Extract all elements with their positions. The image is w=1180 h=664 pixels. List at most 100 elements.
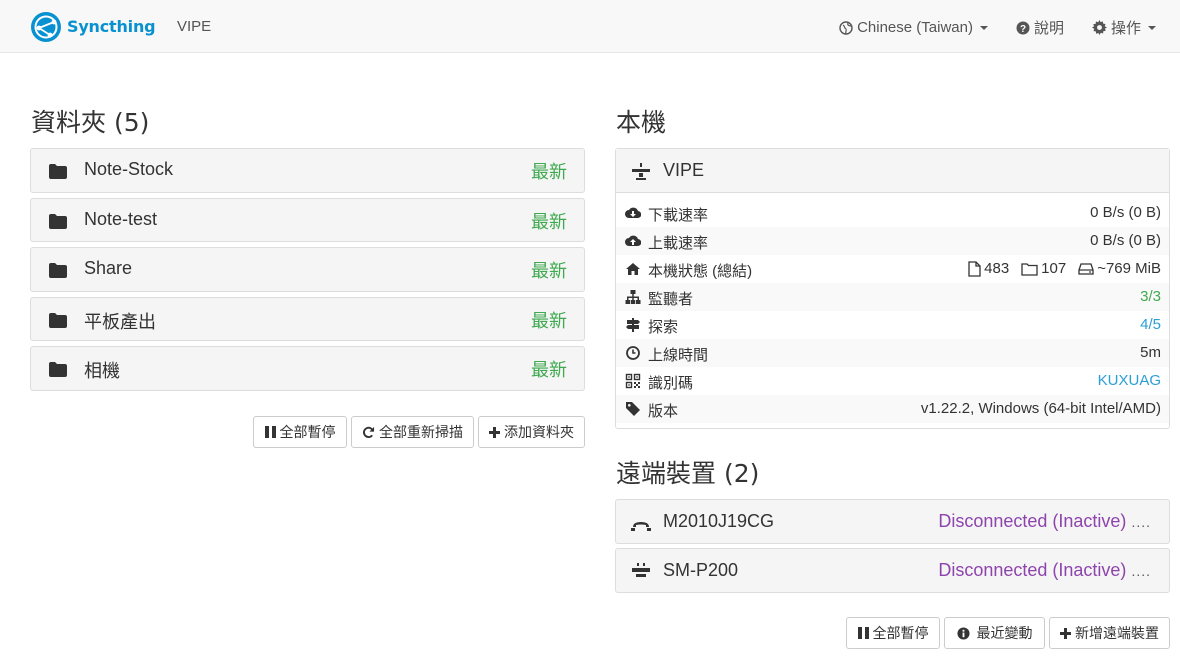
folder-icon <box>49 164 67 179</box>
info-circle-icon <box>956 626 970 640</box>
plus-icon <box>1060 627 1071 639</box>
brand[interactable]: Syncthing <box>30 10 156 43</box>
remote-device-status-text: Disconnected (Inactive) <box>938 511 1127 531</box>
actions-dropdown[interactable]: 操作 <box>1091 17 1156 38</box>
uptime-row: 上線時間 5m <box>616 339 1169 367</box>
sitemap-icon <box>625 290 641 304</box>
discovery-row: 探索 4/5 <box>616 311 1169 339</box>
folder-status: 最新 <box>531 212 567 232</box>
add-folder-button[interactable]: 添加資料夾 <box>478 416 585 448</box>
upload-rate-row: 上載速率 0 B/s (0 B) <box>616 227 1169 255</box>
local-state-value: 483 107 ~769 MiB <box>956 260 1161 277</box>
folder-panel[interactable]: Note-test 最新 <box>30 198 585 242</box>
hdd-icon <box>1078 262 1094 275</box>
this-device-heading: 本機 <box>616 108 667 137</box>
folder-name: 平板產出 <box>84 312 156 332</box>
syncthing-logo-icon <box>31 11 61 42</box>
language-dropdown[interactable]: Chinese (Taiwan) <box>839 19 988 36</box>
remote-device-status: Disconnected (Inactive) .... <box>938 560 1151 581</box>
remote-devices-heading: 遠端裝置 (2) <box>616 459 760 488</box>
svg-text:?: ? <box>1020 24 1026 35</box>
folder-status: 最新 <box>531 261 567 281</box>
download-rate-label: 下載速率 <box>648 207 709 224</box>
actions-label: 操作 <box>1110 20 1141 37</box>
listeners-label: 監聽者 <box>648 291 694 308</box>
device-id-value[interactable]: KUXUAG <box>1098 372 1161 389</box>
directories-count-value: 107 <box>1041 260 1067 277</box>
this-device-panel: VIPE 下載速率 0 B/s (0 B) 上載速率 0 B/s (0 B) 本… <box>615 148 1170 429</box>
desktop-icon <box>632 163 650 180</box>
folder-icon <box>49 362 67 377</box>
recent-changes-button[interactable]: 最近變動 <box>944 617 1045 649</box>
folder-status: 最新 <box>531 162 567 182</box>
gear-icon <box>1091 20 1107 35</box>
size-total: ~769 MiB <box>1078 260 1161 277</box>
recent-changes-label: 最近變動 <box>976 625 1033 641</box>
folder-name: Note-test <box>84 209 158 229</box>
file-icon <box>968 260 981 277</box>
pause-all-devices-label: 全部暫停 <box>872 625 929 641</box>
clock-icon <box>626 346 640 360</box>
this-device-name: VIPE <box>663 160 705 180</box>
globe-icon <box>839 20 853 35</box>
upload-rate-value: 0 B/s (0 B) <box>1090 232 1161 249</box>
plus-icon <box>489 426 500 438</box>
files-count: 483 <box>968 260 1009 277</box>
discovery-label: 探索 <box>648 319 679 336</box>
files-count-value: 483 <box>984 260 1010 277</box>
help-label: 說明 <box>1033 20 1064 37</box>
uptime-value: 5m <box>1140 344 1161 361</box>
folder-panel[interactable]: Share 最新 <box>30 247 585 292</box>
chevron-down-icon <box>1148 25 1156 30</box>
home-icon <box>626 263 640 275</box>
folders-heading: 資料夾 (5) <box>31 108 150 137</box>
add-remote-device-button[interactable]: 新增遠端裝置 <box>1049 617 1170 649</box>
folder-panel[interactable]: 平板產出 最新 <box>30 297 585 341</box>
remote-device-status-text: Disconnected (Inactive) <box>938 560 1127 580</box>
folder-name: Share <box>84 258 133 278</box>
version-value: v1.22.2, Windows (64-bit Intel/AMD) <box>920 400 1161 417</box>
folder-icon <box>49 313 67 328</box>
upload-rate-label: 上載速率 <box>648 235 709 252</box>
question-circle-icon: ? <box>1016 21 1030 35</box>
qrcode-icon <box>625 373 641 389</box>
cloud-upload-icon <box>625 235 641 247</box>
refresh-icon <box>363 426 375 438</box>
rescan-all-button[interactable]: 全部重新掃描 <box>351 416 474 448</box>
folder-name: Note-Stock <box>84 159 174 179</box>
remote-device-panel[interactable]: M2010J19CG Disconnected (Inactive) .... <box>615 499 1170 544</box>
listeners-row: 監聽者 3/3 <box>616 283 1169 311</box>
download-rate-row: 下載速率 0 B/s (0 B) <box>616 199 1169 227</box>
desktop-icon <box>632 563 650 577</box>
remote-device-panel[interactable]: SM-P200 Disconnected (Inactive) .... <box>615 548 1170 593</box>
folder-outline-icon <box>1021 262 1038 276</box>
remote-device-name: SM-P200 <box>663 560 739 580</box>
remote-device-status: Disconnected (Inactive) .... <box>938 511 1151 532</box>
pause-all-label: 全部暫停 <box>279 424 336 440</box>
pause-all-folders-button[interactable]: 全部暫停 <box>253 416 347 448</box>
this-device-stats: 下載速率 0 B/s (0 B) 上載速率 0 B/s (0 B) 本機狀態 (… <box>616 199 1169 423</box>
directories-count: 107 <box>1021 260 1066 277</box>
chevron-down-icon <box>979 25 988 30</box>
brand-name: Syncthing <box>67 17 156 36</box>
add-remote-device-label: 新增遠端裝置 <box>1075 625 1159 641</box>
discovery-value[interactable]: 4/5 <box>1140 316 1161 333</box>
truncated-indicator: .... <box>1131 514 1151 530</box>
folder-icon <box>49 263 67 278</box>
navbar: Syncthing VIPE Chinese (Taiwan) ? 說明 操作 <box>0 0 1180 53</box>
listeners-value[interactable]: 3/3 <box>1140 288 1161 305</box>
folder-panel[interactable]: Note-Stock 最新 <box>30 148 585 193</box>
nav-device-name: VIPE <box>177 18 212 35</box>
pause-icon <box>264 426 276 438</box>
uptime-label: 上線時間 <box>648 347 709 364</box>
help-link[interactable]: ? 說明 <box>1016 17 1064 38</box>
version-row: 版本 v1.22.2, Windows (64-bit Intel/AMD) <box>616 395 1169 423</box>
size-total-value: ~769 MiB <box>1097 260 1161 277</box>
this-device-header[interactable]: VIPE <box>616 149 1169 193</box>
nav-right: Chinese (Taiwan) ? 說明 操作 <box>811 17 1156 38</box>
folder-status: 最新 <box>531 360 567 380</box>
local-state-row: 本機狀態 (總結) 483 107 ~769 MiB <box>616 255 1169 283</box>
cloud-download-icon <box>625 207 641 219</box>
pause-all-devices-button[interactable]: 全部暫停 <box>846 617 940 649</box>
folder-panel[interactable]: 相機 最新 <box>30 346 585 391</box>
